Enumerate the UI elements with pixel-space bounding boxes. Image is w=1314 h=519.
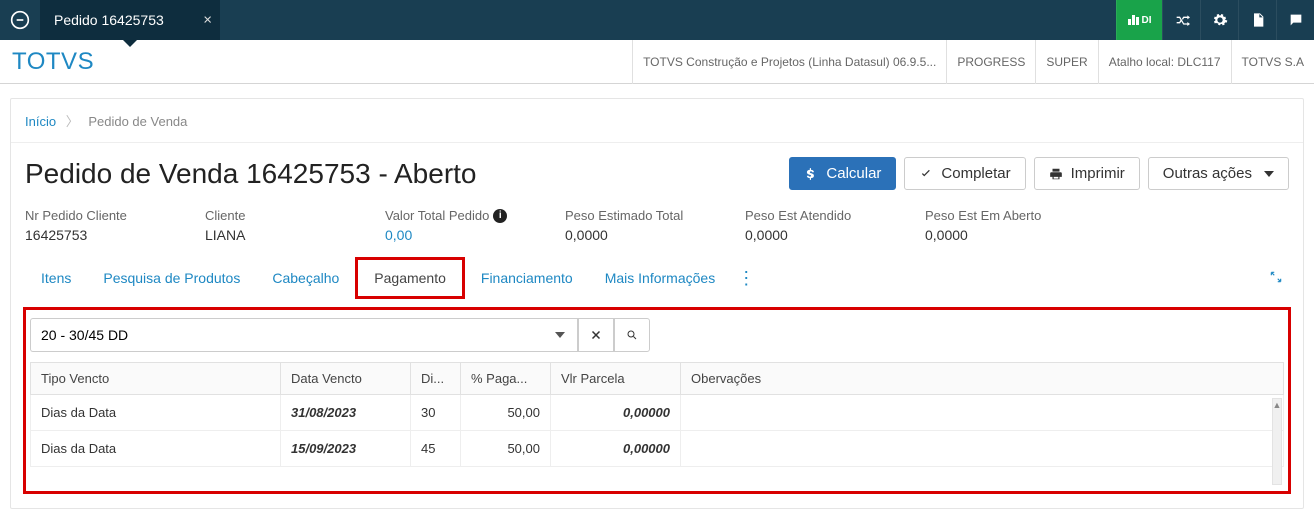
summary-label: Valor Total Pedido i [385, 208, 525, 223]
dropdown-toggle[interactable] [542, 318, 578, 352]
summary-label: Peso Estimado Total [565, 208, 705, 223]
summary-value: 16425753 [25, 227, 165, 243]
cell-obs [681, 395, 1284, 431]
payment-section-highlight: Tipo Vencto Data Vencto Di... % Paga... … [23, 307, 1291, 494]
col-header-pct[interactable]: % Paga... [461, 363, 551, 395]
more-options-icon[interactable]: ⋮ [731, 259, 761, 297]
col-header-tipo[interactable]: Tipo Vencto [31, 363, 281, 395]
payment-condition-input[interactable] [30, 318, 542, 352]
table-row[interactable]: Dias da Data 15/09/2023 45 50,00 0,00000 [31, 431, 1284, 467]
search-button[interactable] [614, 318, 650, 352]
cell-pct: 50,00 [461, 431, 551, 467]
cell-di: 45 [411, 431, 461, 467]
context-segment[interactable]: SUPER [1035, 40, 1097, 84]
tab-cabecalho[interactable]: Cabeçalho [256, 260, 355, 296]
outras-acoes-button[interactable]: Outras ações [1148, 157, 1289, 190]
search-icon [626, 329, 638, 341]
table-scrollbar[interactable]: ▲ [1272, 398, 1282, 485]
document-icon[interactable] [1238, 0, 1276, 40]
installments-table: Tipo Vencto Data Vencto Di... % Paga... … [30, 362, 1284, 487]
tab-itens[interactable]: Itens [25, 260, 87, 296]
shuffle-icon[interactable] [1162, 0, 1200, 40]
context-segment[interactable]: TOTVS S.A [1231, 40, 1314, 84]
calcular-button[interactable]: Calcular [789, 157, 896, 190]
cell-pct: 50,00 [461, 395, 551, 431]
summary-label: Nr Pedido Cliente [25, 208, 165, 223]
col-header-di[interactable]: Di... [411, 363, 461, 395]
app-topbar: Pedido 16425753 × DI [0, 0, 1314, 40]
tab-pesquisa[interactable]: Pesquisa de Produtos [87, 260, 256, 296]
cell-tipo: Dias da Data [31, 431, 281, 467]
app-logo-icon[interactable] [0, 0, 40, 40]
cell-data: 15/09/2023 [281, 431, 411, 467]
caret-down-icon [1264, 171, 1274, 177]
col-header-data[interactable]: Data Vencto [281, 363, 411, 395]
check-icon [919, 167, 933, 181]
breadcrumb-current: Pedido de Venda [88, 114, 187, 129]
window-tab-title: Pedido 16425753 [54, 12, 164, 28]
gear-icon[interactable] [1200, 0, 1238, 40]
brand-bar: TOTVS TOTVS Construção e Projetos (Linha… [0, 40, 1314, 84]
context-segment[interactable]: PROGRESS [946, 40, 1035, 84]
tab-bar: Itens Pesquisa de Produtos Cabeçalho Pag… [11, 257, 1303, 299]
summary-value: 0,0000 [745, 227, 885, 243]
x-icon [590, 329, 602, 341]
info-icon[interactable]: i [493, 209, 507, 223]
tab-financiamento[interactable]: Financiamento [465, 260, 589, 296]
table-row[interactable]: Dias da Data 31/08/2023 30 50,00 0,00000 [31, 395, 1284, 431]
caret-down-icon [555, 332, 565, 338]
payment-condition-picker [30, 318, 650, 352]
cell-obs [681, 431, 1284, 467]
dollar-icon [804, 167, 818, 181]
context-segment[interactable]: TOTVS Construção e Projetos (Linha Datas… [632, 40, 946, 84]
cell-data: 31/08/2023 [281, 395, 411, 431]
context-segment[interactable]: Atalho local: DLC117 [1098, 40, 1231, 84]
context-crumbs: TOTVS Construção e Projetos (Linha Datas… [632, 40, 1314, 84]
brand-logo-text: TOTVS [12, 48, 94, 76]
chat-icon[interactable] [1276, 0, 1314, 40]
breadcrumb-home[interactable]: Início [25, 114, 56, 129]
cell-vlr: 0,00000 [551, 395, 681, 431]
summary-label: Peso Est Atendido [745, 208, 885, 223]
summary-label: Cliente [205, 208, 345, 223]
summary-value-link[interactable]: 0,00 [385, 227, 525, 243]
completar-button[interactable]: Completar [904, 157, 1025, 190]
col-header-vlr[interactable]: Vlr Parcela [551, 363, 681, 395]
tab-mais-info[interactable]: Mais Informações [589, 260, 731, 296]
cell-vlr: 0,00000 [551, 431, 681, 467]
table-row-empty [31, 467, 1284, 488]
cell-tipo: Dias da Data [31, 395, 281, 431]
window-tab[interactable]: Pedido 16425753 × [40, 0, 220, 40]
scroll-up-icon[interactable]: ▲ [1273, 399, 1281, 411]
col-header-obs[interactable]: Obervações [681, 363, 1284, 395]
summary-value: 0,0000 [565, 227, 705, 243]
summary-label: Peso Est Em Aberto [925, 208, 1065, 223]
close-tab-icon[interactable]: × [203, 12, 212, 29]
expand-icon[interactable] [1263, 264, 1289, 293]
tab-pagamento[interactable]: Pagamento [355, 257, 465, 299]
imprimir-button[interactable]: Imprimir [1034, 157, 1140, 190]
cell-di: 30 [411, 395, 461, 431]
summary-value: 0,0000 [925, 227, 1065, 243]
summary-row: Nr Pedido Cliente 16425753 Cliente LIANA… [11, 200, 1303, 257]
page-title: Pedido de Venda 16425753 - Aberto [25, 158, 789, 190]
main-panel: Início 〉 Pedido de Venda Pedido de Venda… [10, 98, 1304, 509]
breadcrumb: Início 〉 Pedido de Venda [11, 99, 1303, 143]
printer-icon [1049, 167, 1063, 181]
breadcrumb-sep: 〉 [66, 114, 79, 129]
di-status-button[interactable]: DI [1116, 0, 1162, 40]
summary-value: LIANA [205, 227, 345, 243]
clear-button[interactable] [578, 318, 614, 352]
